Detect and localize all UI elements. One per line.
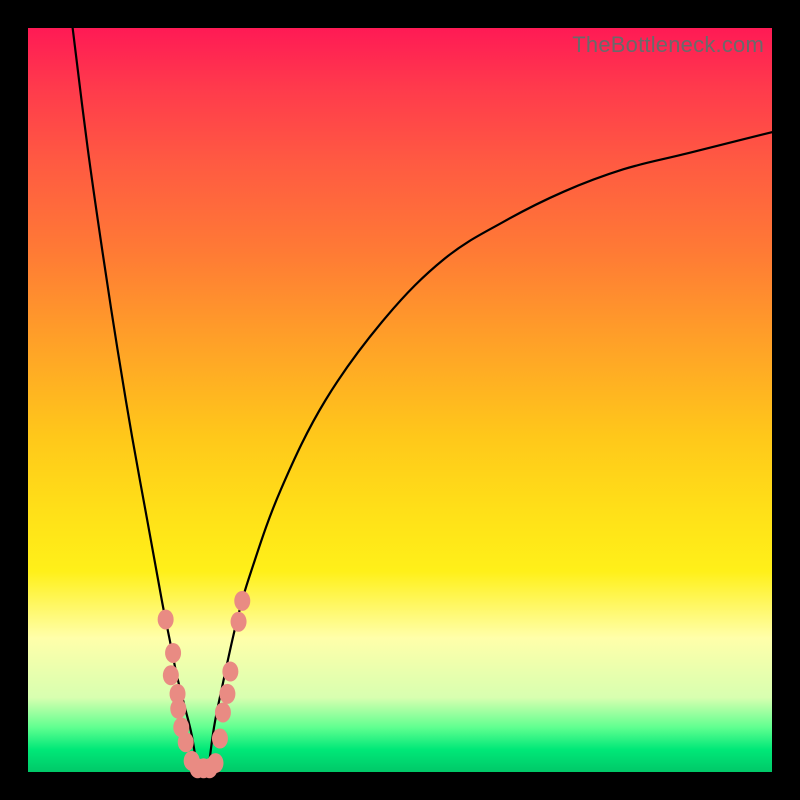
data-marker (165, 643, 181, 663)
data-marker (215, 702, 231, 722)
left-branch-curve (73, 28, 198, 772)
curve-layer (28, 28, 772, 772)
data-marker (212, 729, 228, 749)
data-marker (231, 612, 247, 632)
marker-group (158, 591, 251, 778)
right-branch-curve (208, 132, 772, 772)
data-marker (234, 591, 250, 611)
data-marker (207, 753, 223, 773)
data-marker (163, 665, 179, 685)
data-marker (219, 684, 235, 704)
data-marker (178, 732, 194, 752)
data-marker (222, 662, 238, 682)
chart-frame: TheBottleneck.com (0, 0, 800, 800)
data-marker (170, 699, 186, 719)
plot-area: TheBottleneck.com (28, 28, 772, 772)
data-marker (158, 609, 174, 629)
